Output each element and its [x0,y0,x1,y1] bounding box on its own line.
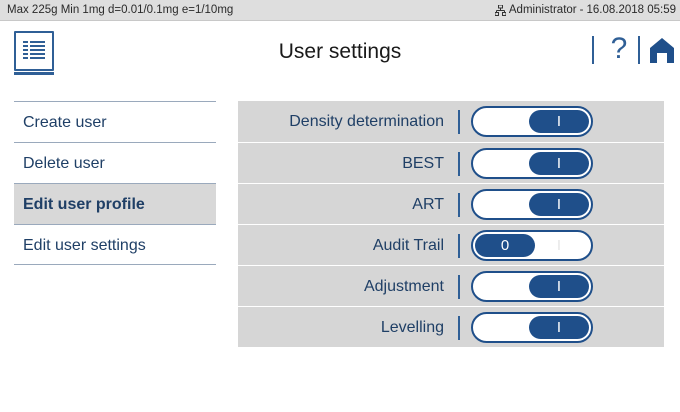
setting-row-levelling: Levelling 0 I [238,306,664,347]
row-divider [458,234,460,258]
sidebar-item-delete-user[interactable]: Delete user [14,142,216,183]
toggle-on-label: I [556,319,562,336]
toggle-off-label: 0 [500,237,510,254]
sidebar-item-create-user[interactable]: Create user [14,101,216,142]
toggle-on-label: I [556,237,562,254]
toggle-on-label: I [556,155,562,172]
menu-button[interactable] [14,31,54,75]
toggle-off-label: 0 [500,319,510,336]
status-right: Administrator - 16.08.2018 05:59 [494,4,676,16]
setting-label: Levelling [380,319,444,336]
datetime: 16.08.2018 05:59 [586,4,676,16]
toggle-on-label: I [556,113,562,130]
row-divider [458,193,460,217]
row-divider [458,316,460,340]
art-toggle[interactable]: 0 I [471,189,593,220]
settings-panel: Density determination 0 I BEST 0 I ART 0… [238,101,664,347]
current-user: Administrator [508,4,577,16]
setting-row-density-determination: Density determination 0 I [238,101,664,142]
toggle-on-label: I [556,196,562,213]
header: User settings ? [0,22,680,79]
list-menu-icon [23,41,45,59]
row-divider [458,110,460,134]
toggle-on-label: I [556,278,562,295]
sidebar-item-edit-user-profile[interactable]: Edit user profile [14,183,216,224]
sidebar-item-label: Edit user profile [23,196,145,213]
setting-label: BEST [402,155,444,172]
header-divider [638,36,640,64]
audit-trail-toggle[interactable]: 0 I [471,230,593,261]
setting-label: ART [412,196,444,213]
status-separator: - [579,4,584,16]
network-icon [494,4,506,16]
header-divider [592,36,594,64]
sidebar-item-label: Delete user [23,155,105,172]
row-divider [458,275,460,299]
setting-row-best: BEST 0 I [238,142,664,183]
toggle-off-label: 0 [500,196,510,213]
setting-label: Audit Trail [372,237,444,254]
levelling-toggle[interactable]: 0 I [471,312,593,343]
setting-label: Adjustment [363,278,444,295]
row-divider [458,152,460,176]
toggle-off-label: 0 [500,155,510,172]
page-title: User settings [278,40,402,63]
setting-row-audit-trail: Audit Trail 0 I [238,224,664,265]
status-bar: Max 225g Min 1mg d=0.01/0.1mg e=1/10mg A… [0,0,680,21]
setting-row-adjustment: Adjustment 0 I [238,265,664,306]
setting-row-art: ART 0 I [238,183,664,224]
help-button[interactable]: ? [607,31,631,67]
best-toggle[interactable]: 0 I [471,148,593,179]
scale-specs: Max 225g Min 1mg d=0.01/0.1mg e=1/10mg [7,4,234,16]
sidebar-item-label: Create user [23,114,107,131]
toggle-off-label: 0 [500,113,510,130]
home-icon [650,38,674,63]
sidebar-item-edit-user-settings[interactable]: Edit user settings [14,224,216,265]
sidebar-item-label: Edit user settings [23,237,146,254]
setting-label: Density determination [289,113,444,130]
toggle-off-label: 0 [500,278,510,295]
home-button[interactable] [648,36,676,64]
density-determination-toggle[interactable]: 0 I [471,106,593,137]
adjustment-toggle[interactable]: 0 I [471,271,593,302]
sidebar: Create user Delete user Edit user profil… [14,101,216,265]
